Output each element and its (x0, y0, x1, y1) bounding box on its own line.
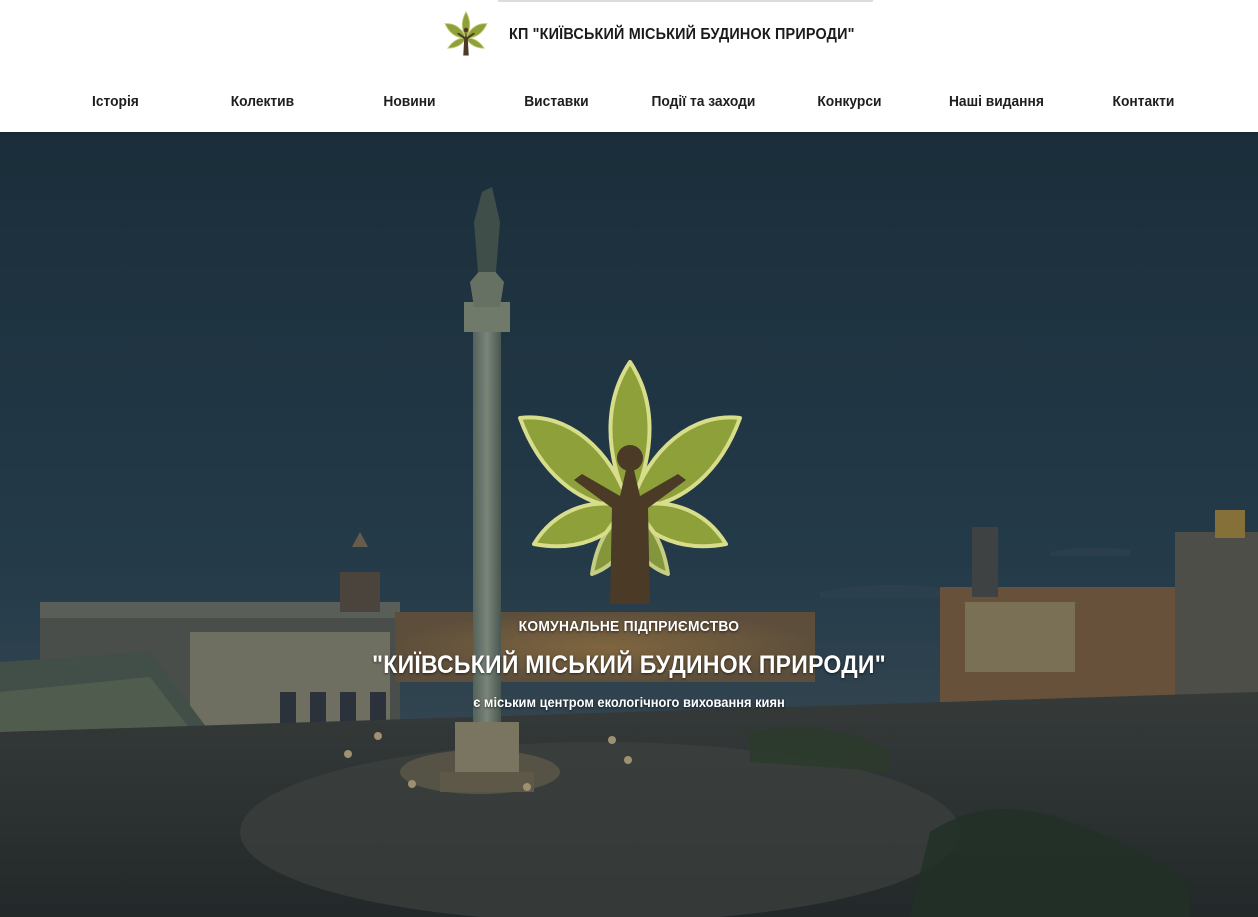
hero-banner: КОМУНАЛЬНЕ ПІДПРИЄМСТВО "КИЇВСЬКИЙ МІСЬК… (0, 132, 1258, 917)
chestnut-leaf-tree-icon (444, 10, 488, 56)
site-header: КП "КИЇВСЬКИЙ МІСЬКИЙ БУДИНОК ПРИРОДИ" І… (0, 0, 1258, 132)
nav-item-exhibitions[interactable]: Виставки (489, 93, 624, 110)
top-divider (498, 0, 873, 2)
hero-description: є міським центром екологічного виховання… (473, 694, 785, 710)
hero-title: "КИЇВСЬКИЙ МІСЬКИЙ БУДИНОК ПРИРОДИ" (372, 651, 886, 679)
nav-item-news[interactable]: Новини (342, 93, 477, 110)
nav-item-contests[interactable]: Конкурси (782, 93, 917, 110)
site-title: КП "КИЇВСЬКИЙ МІСЬКИЙ БУДИНОК ПРИРОДИ" (509, 26, 855, 43)
nav-item-team[interactable]: Колектив (195, 93, 330, 110)
hero-caption: КОМУНАЛЬНЕ ПІДПРИЄМСТВО "КИЇВСЬКИЙ МІСЬК… (0, 618, 1258, 710)
nav-item-publications[interactable]: Наші видання (929, 93, 1064, 110)
nav-item-events[interactable]: Події та заходи (635, 93, 770, 110)
nav-item-history[interactable]: Історія (48, 93, 183, 110)
chestnut-leaf-tree-icon (518, 360, 742, 604)
nav-item-contacts[interactable]: Контакти (1076, 93, 1211, 110)
main-navigation: Історія Колектив Новини Виставки Події т… (42, 86, 1217, 116)
brand[interactable]: КП "КИЇВСЬКИЙ МІСЬКИЙ БУДИНОК ПРИРОДИ" (443, 10, 893, 60)
hero-subtitle: КОМУНАЛЬНЕ ПІДПРИЄМСТВО (518, 618, 740, 635)
